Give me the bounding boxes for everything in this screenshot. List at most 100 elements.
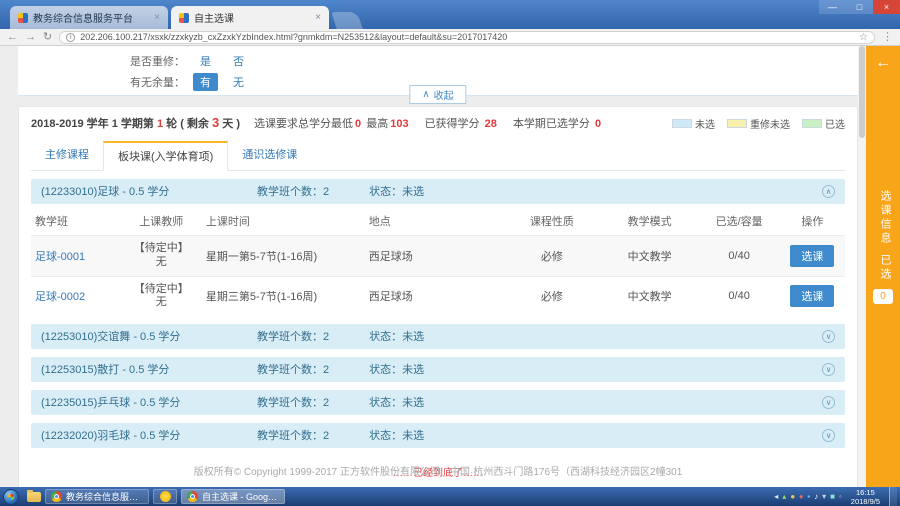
col-mode: 教学模式 — [601, 207, 699, 236]
course-group-title: (12235015)乒乓球 - 0.5 学分 — [41, 394, 231, 410]
days-remaining: 3 — [212, 115, 219, 130]
site-favicon — [18, 13, 28, 23]
tray-icon[interactable]: ◦ — [839, 493, 842, 501]
tab-general-electives[interactable]: 通识选修课 — [228, 141, 311, 170]
col-capacity: 已选/容量 — [698, 207, 779, 236]
tab-title: 教务综合信息服务平台 — [33, 10, 149, 25]
mode-cell: 中文教学 — [601, 276, 699, 316]
table-row: 足球-0001 【待定中】无 星期一第5-7节(1-16周) 西足球场 必修 中… — [31, 236, 845, 277]
teaching-class-table: 教学班 上课教师 上课时间 地点 课程性质 教学模式 已选/容量 操作 足球-0… — [31, 207, 845, 316]
tray-icon[interactable]: ▪ — [807, 493, 810, 501]
taskbar-window-portal[interactable]: 教务综合信息服务… — [45, 489, 149, 504]
tab-close-icon[interactable]: × — [154, 13, 160, 23]
legend-unselected: 未选 — [672, 116, 715, 131]
vertical-scrollbar[interactable] — [858, 46, 866, 487]
back-icon[interactable]: ← — [7, 32, 18, 43]
window-maximize-button[interactable]: □ — [846, 0, 873, 14]
collapse-filters-button[interactable]: ∧ 收起 — [409, 85, 466, 104]
course-group-title: (12232020)羽毛球 - 0.5 学分 — [41, 427, 231, 443]
class-count: 教学班个数：2 — [257, 394, 329, 410]
url-bar[interactable]: i 202.206.100.217/xsxk/zzxkyzb_cxZzxkYzb… — [59, 31, 875, 44]
url-text[interactable]: 202.206.100.217/xsxk/zzxkyzb_cxZzxkYzbIn… — [80, 32, 854, 42]
selected-label[interactable]: 已选 — [877, 254, 893, 282]
explorer-folder-icon[interactable] — [27, 492, 41, 502]
window-close-button[interactable]: × — [873, 0, 900, 14]
sidebar-panel-label[interactable]: 选课信息 — [877, 190, 893, 246]
legend-retake-unselected: 重修未选 — [727, 116, 790, 131]
teacher-cell: 【待定中】无 — [121, 276, 202, 316]
course-group-header[interactable]: (12232020)羽毛球 - 0.5 学分 教学班个数：2 状态：未选 ∨ — [31, 423, 845, 448]
col-class: 教学班 — [31, 207, 121, 236]
chevron-down-icon[interactable]: ∨ — [822, 396, 835, 409]
tab-major-courses[interactable]: 主修课程 — [31, 141, 103, 170]
course-group-header[interactable]: (12253010)交谊舞 - 0.5 学分 教学班个数：2 状态：未选 ∨ — [31, 324, 845, 349]
show-desktop-button[interactable] — [889, 487, 897, 506]
window-minimize-button[interactable]: — — [819, 0, 846, 14]
capacity-cell: 0/40 — [698, 236, 779, 277]
class-count: 教学班个数：2 — [257, 427, 329, 443]
class-count: 教学班个数：2 — [257, 328, 329, 344]
chevron-down-icon[interactable]: ∨ — [822, 330, 835, 343]
taskbar-app-button[interactable] — [153, 489, 177, 504]
taskbar-window-course-select[interactable]: 自主选课 - Goog… — [181, 489, 285, 504]
quota-option-has[interactable]: 有 — [193, 73, 218, 91]
new-tab-button[interactable] — [331, 12, 363, 29]
col-time: 上课时间 — [202, 207, 365, 236]
chrome-icon — [51, 491, 62, 502]
tray-icon[interactable]: ▾ — [822, 493, 826, 501]
chevron-down-icon[interactable]: ∨ — [822, 363, 835, 376]
tray-icon[interactable]: ■ — [830, 493, 835, 501]
class-name-link[interactable]: 足球-0001 — [35, 251, 85, 263]
tray-icon[interactable]: ◂ — [774, 493, 778, 501]
class-name-link[interactable]: 足球-0002 — [35, 291, 85, 303]
tab-close-icon[interactable]: × — [315, 13, 321, 23]
course-selection-panel: 2018-2019 学年 1 学期第 1 轮 ( 剩余 3 天 ) 选课要求总学… — [18, 106, 858, 487]
filter-row-retake: 是否重修： 是 否 — [130, 52, 251, 70]
retake-option-no[interactable]: 否 — [226, 52, 251, 70]
start-button[interactable] — [3, 489, 19, 505]
retake-label: 是否重修： — [130, 53, 185, 69]
earned-credits: 已获得学分 28 — [425, 115, 499, 131]
course-group-title: (12233010)足球 - 0.5 学分 — [41, 183, 231, 199]
scrollbar-thumb[interactable] — [859, 46, 865, 138]
refresh-icon[interactable]: ↻ — [43, 32, 52, 43]
course-group-header[interactable]: (12233010)足球 - 0.5 学分 教学班个数：2 状态：未选 ∧ — [31, 179, 845, 204]
round-number: 1 — [157, 118, 163, 130]
course-group-header[interactable]: (12253015)散打 - 0.5 学分 教学班个数：2 状态：未选 ∨ — [31, 357, 845, 382]
site-favicon — [179, 13, 189, 23]
group-status: 状态：未选 — [369, 394, 424, 410]
group-status: 状态：未选 — [369, 328, 424, 344]
nature-cell: 必修 — [503, 236, 601, 277]
col-action: 操作 — [780, 207, 845, 236]
tray-icon[interactable]: ♦ — [799, 493, 803, 501]
select-course-button[interactable]: 选课 — [790, 245, 834, 267]
browser-tab-portal[interactable]: 教务综合信息服务平台 × — [10, 6, 168, 29]
bookmark-star-icon[interactable]: ☆ — [859, 32, 868, 43]
group-status: 状态：未选 — [369, 183, 424, 199]
filter-row-quota: 有无余量： 有 无 — [130, 73, 251, 91]
tab-block-courses[interactable]: 板块课(入学体育项) — [103, 141, 228, 171]
chevron-down-icon[interactable]: ∨ — [822, 429, 835, 442]
chosen-credits: 本学期已选学分 0 — [513, 115, 603, 131]
course-group-header[interactable]: (12235015)乒乓球 - 0.5 学分 教学班个数：2 状态：未选 ∨ — [31, 390, 845, 415]
collapse-sidebar-arrow-icon[interactable]: ← — [866, 54, 900, 72]
legend-swatch-green — [802, 119, 822, 128]
selected-courses-sidebar: ← 选课信息 已选 0 — [866, 46, 900, 487]
time-cell: 星期三第5-7节(1-16周) — [202, 276, 365, 316]
tray-icon[interactable]: ● — [790, 493, 795, 501]
browser-tab-course-select[interactable]: 自主选课 × — [171, 6, 329, 29]
browser-menu-icon[interactable]: ⋮ — [882, 32, 893, 43]
select-course-button[interactable]: 选课 — [790, 285, 834, 307]
retake-option-yes[interactable]: 是 — [193, 52, 218, 70]
chrome-icon — [187, 491, 198, 502]
mode-cell: 中文教学 — [601, 236, 699, 277]
page-info-icon[interactable]: i — [66, 33, 75, 42]
category-tabs: 主修课程 板块课(入学体育项) 通识选修课 — [31, 141, 845, 171]
tray-icon[interactable]: ♪ — [814, 493, 818, 501]
min-credit: 0 — [355, 118, 361, 130]
forward-icon[interactable]: → — [25, 32, 36, 43]
chevron-up-icon[interactable]: ∧ — [822, 185, 835, 198]
quota-option-none[interactable]: 无 — [226, 73, 251, 91]
teacher-cell: 【待定中】无 — [121, 236, 202, 277]
tray-icon[interactable]: ▴ — [782, 493, 786, 501]
